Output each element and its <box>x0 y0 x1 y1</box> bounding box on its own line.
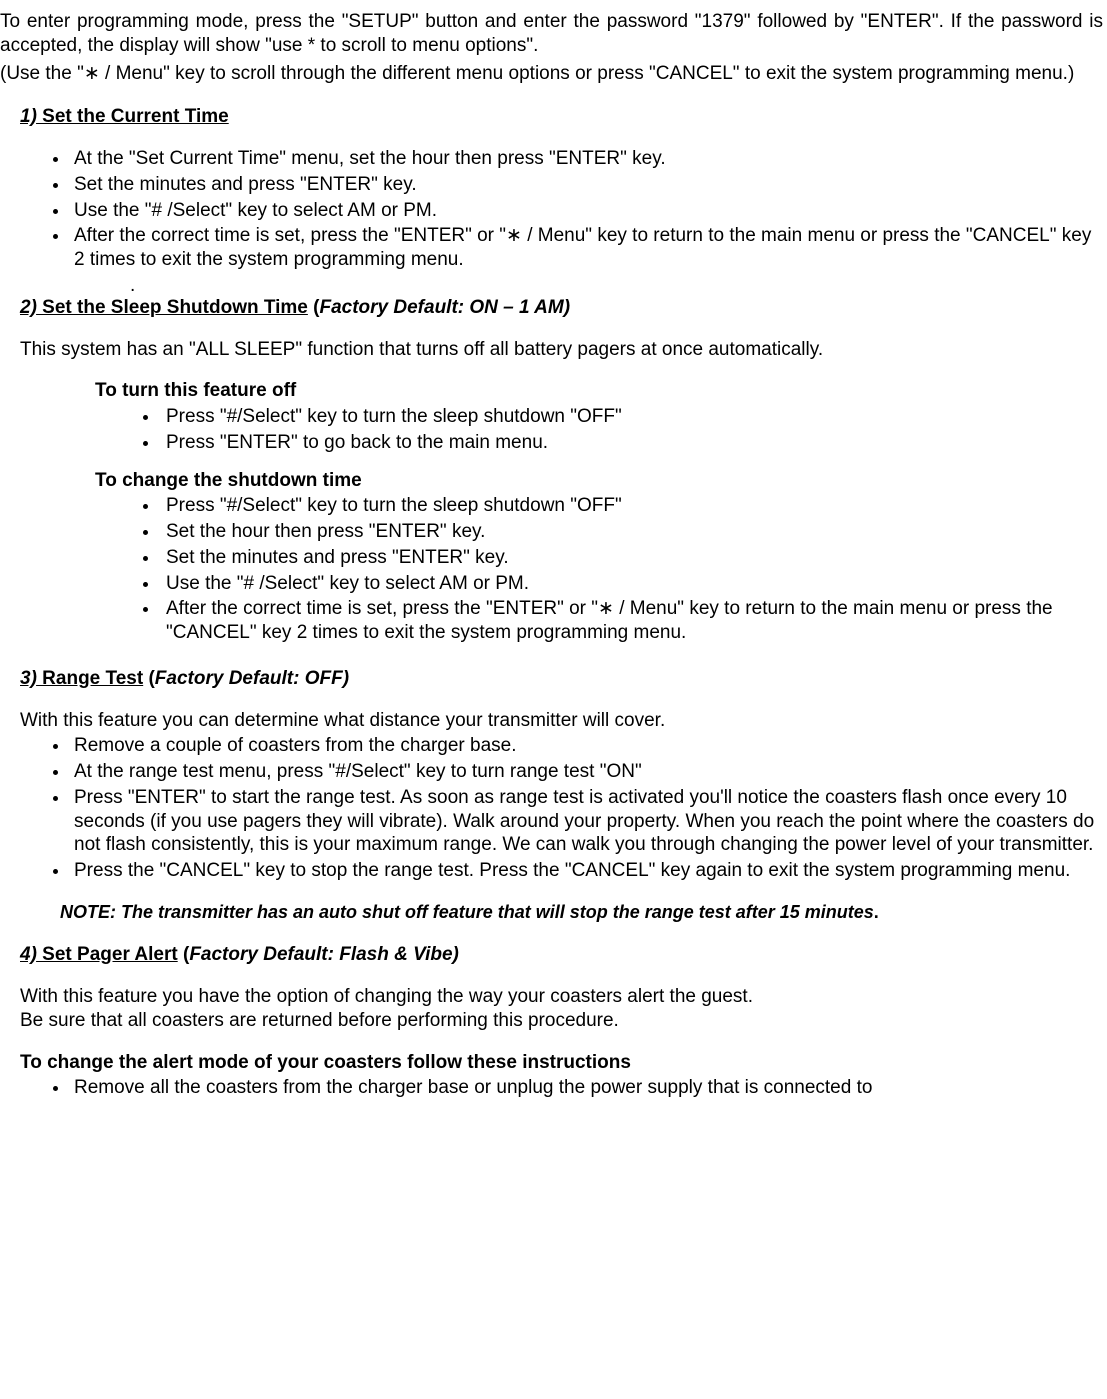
section-4-default: Factory Default: Flash & Vibe) <box>189 944 459 965</box>
list-item: Remove all the coasters from the charger… <box>70 1076 1107 1100</box>
section-3-title: Range Test <box>37 668 143 689</box>
section-2-change-list: Press "#/Select" key to turn the sleep s… <box>160 494 1107 645</box>
section-4-list: Remove all the coasters from the charger… <box>70 1076 1107 1100</box>
list-item: Press "ENTER" to start the range test. A… <box>70 786 1107 857</box>
section-3-list: Remove a couple of coasters from the cha… <box>70 734 1107 883</box>
section-4-change-heading: To change the alert mode of your coaster… <box>20 1051 1107 1075</box>
list-item: At the "Set Current Time" menu, set the … <box>70 147 1107 171</box>
list-item: Press "ENTER" to go back to the main men… <box>160 431 1107 455</box>
list-item: After the correct time is set, press the… <box>70 224 1107 272</box>
list-item: Remove a couple of coasters from the cha… <box>70 734 1107 758</box>
list-item: Press "#/Select" key to turn the sleep s… <box>160 405 1107 429</box>
section-3-default: Factory Default: OFF) <box>155 668 349 689</box>
note-text: NOTE: The transmitter has an auto shut o… <box>60 902 874 922</box>
section-2-title: Set the Sleep Shutdown Time <box>37 297 308 318</box>
list-item: Set the hour then press "ENTER" key. <box>160 520 1107 544</box>
section-1-list: At the "Set Current Time" menu, set the … <box>70 147 1107 272</box>
section-2-off-heading: To turn this feature off <box>95 379 1107 403</box>
section-2-off-list: Press "#/Select" key to turn the sleep s… <box>160 405 1107 455</box>
section-4-desc-2: Be sure that all coasters are returned b… <box>20 1009 1107 1033</box>
list-item: After the correct time is set, press the… <box>160 597 1107 645</box>
section-4-paren: ( <box>178 944 190 965</box>
section-3-heading: 3) Range Test (Factory Default: OFF) <box>20 667 1107 691</box>
list-item: Set the minutes and press "ENTER" key. <box>160 546 1107 570</box>
list-item: Use the "# /Select" key to select AM or … <box>160 572 1107 596</box>
section-3-description: With this feature you can determine what… <box>20 709 1107 733</box>
list-item: Press "#/Select" key to turn the sleep s… <box>160 494 1107 518</box>
section-4-title: Set Pager Alert <box>37 944 178 965</box>
list-item: At the range test menu, press "#/Select"… <box>70 760 1107 784</box>
section-4-desc-1: With this feature you have the option of… <box>20 985 1107 1009</box>
section-3-paren: ( <box>143 668 155 689</box>
note-tail: . <box>874 902 879 922</box>
section-4-number: 4) <box>20 944 37 965</box>
section-2-paren: ( <box>308 297 320 318</box>
section-2-change-heading: To change the shutdown time <box>95 469 1107 493</box>
intro-paragraph-2: (Use the "∗ / Menu" key to scroll throug… <box>0 62 1103 86</box>
section-3-note: NOTE: The transmitter has an auto shut o… <box>60 901 1107 924</box>
section-2-number: 2) <box>20 297 37 318</box>
section-1-number: 1) <box>20 106 37 127</box>
section-2-description: This system has an "ALL SLEEP" function … <box>20 338 1107 362</box>
section-4-heading: 4) Set Pager Alert (Factory Default: Fla… <box>20 943 1107 967</box>
section-1-title: Set the Current Time <box>37 106 229 127</box>
list-item: Use the "# /Select" key to select AM or … <box>70 199 1107 223</box>
section-1-heading: 1) Set the Current Time <box>20 105 1107 129</box>
list-item: Press the "CANCEL" key to stop the range… <box>70 859 1107 883</box>
stray-dot: . <box>130 274 1107 280</box>
intro-paragraph-1: To enter programming mode, press the "SE… <box>0 10 1103 58</box>
section-3-number: 3) <box>20 668 37 689</box>
section-2-default: Factory Default: ON – 1 AM) <box>319 297 570 318</box>
list-item: Set the minutes and press "ENTER" key. <box>70 173 1107 197</box>
section-2-heading: 2) Set the Sleep Shutdown Time (Factory … <box>20 296 1107 320</box>
